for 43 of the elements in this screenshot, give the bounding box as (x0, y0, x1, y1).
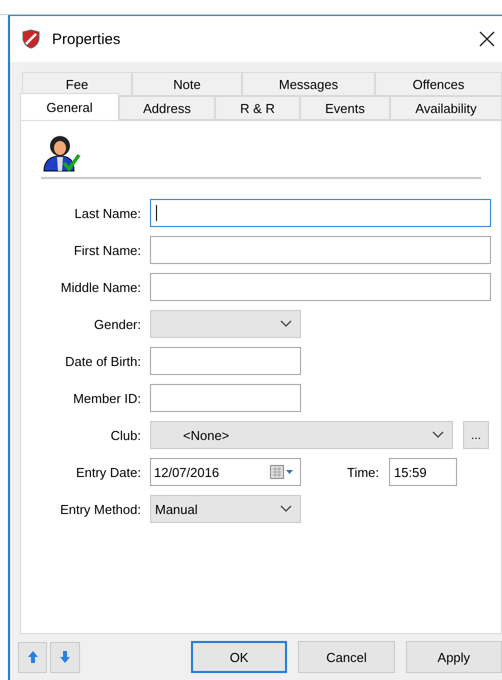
field-label: Last Name: (74, 206, 141, 220)
field-label: Middle Name: (60, 280, 141, 294)
time-field[interactable]: 15:59 (389, 458, 458, 486)
move-up-button[interactable] (18, 642, 48, 672)
arrow-down-icon (59, 650, 72, 664)
browse-button[interactable]: ... (463, 421, 489, 449)
field-label: Entry Date: (76, 464, 141, 480)
window-title: Properties (52, 30, 122, 48)
text-field[interactable] (150, 236, 491, 264)
text-field[interactable] (150, 384, 301, 412)
field-label: First Name: (74, 242, 141, 258)
text-field[interactable] (150, 199, 491, 227)
dialog-button[interactable]: Apply (406, 641, 502, 673)
tab[interactable]: R & R (215, 96, 300, 120)
dropdown-field[interactable] (150, 310, 301, 338)
field-label: Time: (347, 464, 380, 480)
text-field[interactable] (150, 273, 491, 301)
calendar-icon (270, 465, 294, 479)
dropdown-field[interactable]: Manual (150, 495, 301, 523)
tab[interactable]: Messages (242, 72, 375, 96)
date-field[interactable]: 12/07/2016 (150, 458, 301, 486)
dropdown-chevron-icon (280, 320, 292, 328)
dialog-button[interactable]: Cancel (298, 641, 395, 673)
tab[interactable]: Events (300, 96, 390, 120)
field-label: Date of Birth: (65, 354, 141, 368)
field-label: Gender: (94, 316, 141, 332)
tab[interactable]: Availability (390, 96, 502, 120)
field-label: Club: (110, 428, 141, 442)
tab[interactable]: Address (119, 96, 215, 120)
arrow-up-icon (26, 650, 39, 664)
shield-icon (22, 29, 40, 49)
field-label: Entry Method: (60, 502, 141, 516)
dropdown-field[interactable]: <None> (150, 421, 453, 449)
move-down-button[interactable] (50, 642, 80, 672)
text-field[interactable] (150, 347, 301, 375)
tab[interactable]: Offences (375, 72, 502, 96)
tab[interactable]: Note (132, 72, 242, 96)
dialog-button[interactable]: OK (190, 641, 288, 673)
close-icon (479, 31, 495, 47)
tab[interactable]: General (20, 93, 119, 120)
field-label: Member ID: (73, 390, 141, 406)
dropdown-chevron-icon (432, 431, 444, 439)
dropdown-chevron-icon (280, 505, 292, 513)
